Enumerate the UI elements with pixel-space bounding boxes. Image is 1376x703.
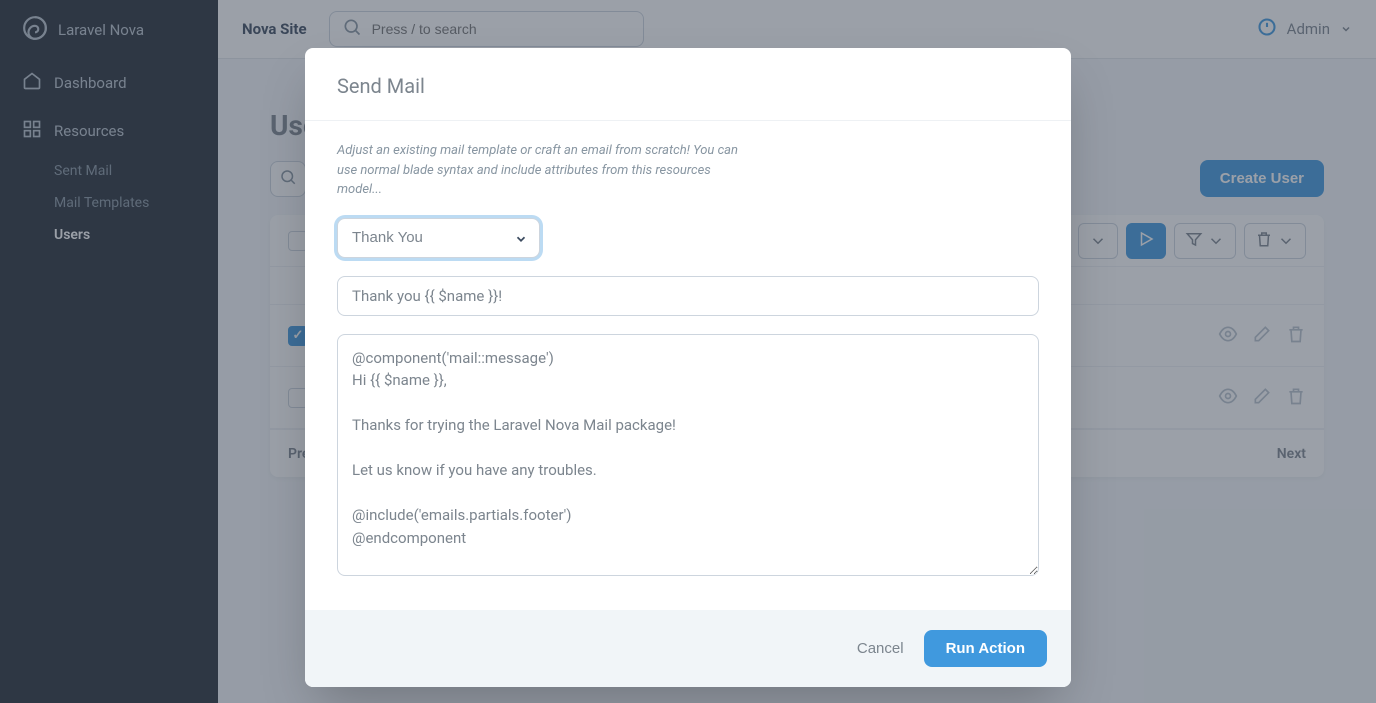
template-select-wrap: Thank You [337,218,540,258]
modal-body: Adjust an existing mail template or craf… [305,121,1071,610]
modal-title: Send Mail [337,74,1039,98]
run-action-button[interactable]: Run Action [924,630,1047,667]
subject-input[interactable] [337,276,1039,316]
modal-header: Send Mail [305,48,1071,121]
body-textarea[interactable] [337,334,1039,576]
modal-help-text: Adjust an existing mail template or craf… [337,141,757,200]
send-mail-modal: Send Mail Adjust an existing mail templa… [305,48,1071,687]
cancel-button[interactable]: Cancel [857,640,904,657]
modal-footer: Cancel Run Action [305,610,1071,687]
template-select[interactable]: Thank You [337,218,540,258]
